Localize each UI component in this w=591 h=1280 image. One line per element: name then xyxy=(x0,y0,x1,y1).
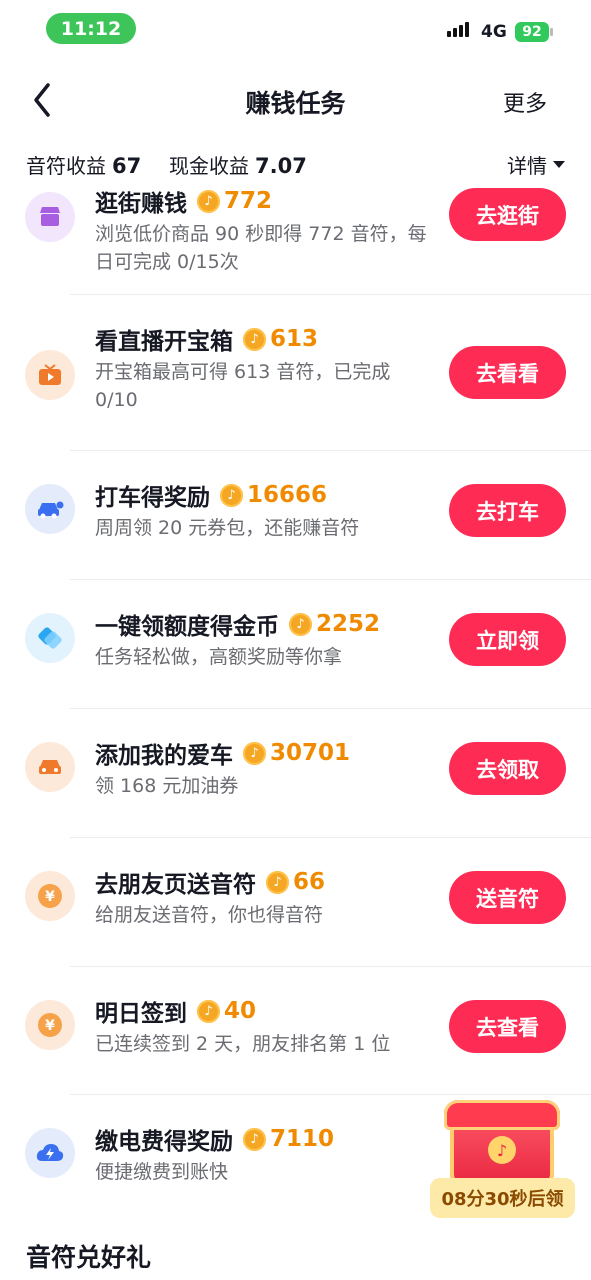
task-title: 明日签到 ♪ 40 xyxy=(95,994,256,1028)
shop-icon xyxy=(25,192,75,242)
task-title-text: 明日签到 xyxy=(95,1001,187,1027)
row-divider xyxy=(70,837,591,838)
chest-lid xyxy=(444,1100,560,1130)
battery-cap xyxy=(550,28,553,36)
music-note-coin-icon: ♪ xyxy=(266,870,289,894)
task-reward: 613 xyxy=(270,326,319,352)
task-title-text: 逛街赚钱 xyxy=(95,191,187,217)
note-badge-icon: ♪ xyxy=(488,1136,516,1164)
row-divider xyxy=(70,966,591,967)
tv-icon xyxy=(25,350,75,400)
signal-icon xyxy=(447,22,469,37)
battery-level: 92 xyxy=(522,24,542,40)
task-title-text: 看直播开宝箱 xyxy=(95,329,233,355)
task-action-button[interactable]: 去看看 xyxy=(449,346,566,399)
credit-icon xyxy=(25,613,75,663)
task-row: 添加我的爱车 ♪ 30701 领 168 元加油券 去领取 xyxy=(0,724,591,852)
details-label: 详情 xyxy=(507,154,547,178)
task-action-button[interactable]: 去查看 xyxy=(449,1000,566,1053)
task-title: 打车得奖励 ♪ 16666 xyxy=(95,478,327,512)
cash-earnings-label: 现金收益 xyxy=(169,154,249,178)
row-divider xyxy=(70,579,591,580)
task-row: 打车得奖励 ♪ 16666 周周领 20 元券包，还能赚音符 去打车 xyxy=(0,466,591,594)
task-action-button[interactable]: 送音符 xyxy=(449,871,566,924)
task-row: ¥ 去朋友页送音符 ♪ 66 给朋友送音符，你也得音符 送音符 xyxy=(0,853,591,981)
task-title-text: 打车得奖励 xyxy=(95,485,210,511)
details-button[interactable]: 详情 xyxy=(507,150,565,179)
yen-icon: ¥ xyxy=(25,871,75,921)
task-description: 已连续签到 2 天，朋友排名第 1 位 xyxy=(95,1033,391,1055)
task-action-button[interactable]: 去领取 xyxy=(449,742,566,795)
task-title-text: 一键领额度得金币 xyxy=(95,614,279,640)
cash-earnings: 现金收益 7.07 xyxy=(169,150,307,179)
notes-earnings: 音符收益 67 xyxy=(26,150,141,179)
task-description: 开宝箱最高可得 613 音符，已完成 0/10 xyxy=(95,361,391,411)
task-row: 一键领额度得金币 ♪ 2252 任务轻松做，高额奖励等你拿 立即领 xyxy=(0,595,591,723)
task-reward: 772 xyxy=(224,188,273,214)
task-row: ¥ 明日签到 ♪ 40 已连续签到 2 天，朋友排名第 1 位 去查看 xyxy=(0,982,591,1110)
task-description: 给朋友送音符，你也得音符 xyxy=(95,904,324,926)
task-title: 看直播开宝箱 ♪ 613 xyxy=(95,322,318,356)
yen-icon: ¥ xyxy=(25,1000,75,1050)
task-description: 周周领 20 元券包，还能赚音符 xyxy=(95,517,360,539)
status-time: 11:12 xyxy=(46,13,136,44)
treasure-chest-widget[interactable]: ♪ 08分30秒后领 xyxy=(430,1100,575,1222)
task-title-text: 添加我的爱车 xyxy=(95,743,233,769)
task-action-button[interactable]: 去打车 xyxy=(449,484,566,537)
network-type: 4G xyxy=(481,22,507,42)
notes-earnings-label: 音符收益 xyxy=(26,154,106,178)
music-note-coin-icon: ♪ xyxy=(243,741,266,765)
music-note-coin-icon: ♪ xyxy=(289,612,312,636)
task-row: 逛街赚钱 ♪ 772 浏览低价商品 90 秒即得 772 音符，每日可完成 0/15次… xyxy=(0,172,591,300)
cash-earnings-value: 7.07 xyxy=(255,154,307,178)
earnings-summary: 音符收益 67 现金收益 7.07 详情 xyxy=(0,140,591,186)
task-reward: 40 xyxy=(224,998,257,1024)
task-title: 逛街赚钱 ♪ 772 xyxy=(95,184,272,218)
task-description: 任务轻松做，高额奖励等你拿 xyxy=(95,646,343,668)
music-note-coin-icon: ♪ xyxy=(243,1127,266,1151)
svg-text:¥: ¥ xyxy=(45,889,55,905)
notes-earnings-value: 67 xyxy=(112,154,142,178)
task-action-button[interactable]: 立即领 xyxy=(449,613,566,666)
task-description: 浏览低价商品 90 秒即得 772 音符，每日可完成 0/15次 xyxy=(95,223,427,273)
status-bar: 11:12 4G 92 xyxy=(0,0,591,60)
task-reward: 66 xyxy=(293,869,326,895)
bolt-cloud-icon xyxy=(25,1128,75,1178)
task-description: 领 168 元加油券 xyxy=(95,775,239,797)
task-reward: 2252 xyxy=(316,611,381,637)
task-title: 缴电费得奖励 ♪ 7110 xyxy=(95,1122,334,1156)
row-divider xyxy=(70,294,591,295)
row-divider xyxy=(70,708,591,709)
task-reward: 7110 xyxy=(270,1126,335,1152)
svg-text:¥: ¥ xyxy=(45,1018,55,1034)
task-reward: 16666 xyxy=(247,482,328,508)
task-title-text: 缴电费得奖励 xyxy=(95,1129,233,1155)
nav-bar: 赚钱任务 更多 xyxy=(0,66,591,136)
task-title: 一键领额度得金币 ♪ 2252 xyxy=(95,607,380,641)
task-action-button[interactable]: 去逛街 xyxy=(449,188,566,241)
section-title: 音符兑好礼 xyxy=(26,1243,152,1272)
task-row: 看直播开宝箱 ♪ 613 开宝箱最高可得 613 音符，已完成 0/10 去看看 xyxy=(0,310,591,438)
row-divider xyxy=(70,450,591,451)
task-reward: 30701 xyxy=(270,740,351,766)
music-note-coin-icon: ♪ xyxy=(197,189,220,213)
caret-down-icon xyxy=(553,161,565,168)
battery-icon: 92 xyxy=(515,22,549,42)
music-note-coin-icon: ♪ xyxy=(220,483,243,507)
music-note-coin-icon: ♪ xyxy=(243,327,266,351)
car-icon xyxy=(25,742,75,792)
task-title-text: 去朋友页送音符 xyxy=(95,872,256,898)
more-button[interactable]: 更多 xyxy=(503,86,547,118)
chest-timer: 08分30秒后领 xyxy=(430,1178,575,1218)
task-title: 添加我的爱车 ♪ 30701 xyxy=(95,736,350,770)
music-note-coin-icon: ♪ xyxy=(197,999,220,1023)
task-description: 便捷缴费到账快 xyxy=(95,1161,229,1183)
task-title: 去朋友页送音符 ♪ 66 xyxy=(95,865,325,899)
taxi-icon xyxy=(25,484,75,534)
row-divider xyxy=(70,1094,591,1095)
